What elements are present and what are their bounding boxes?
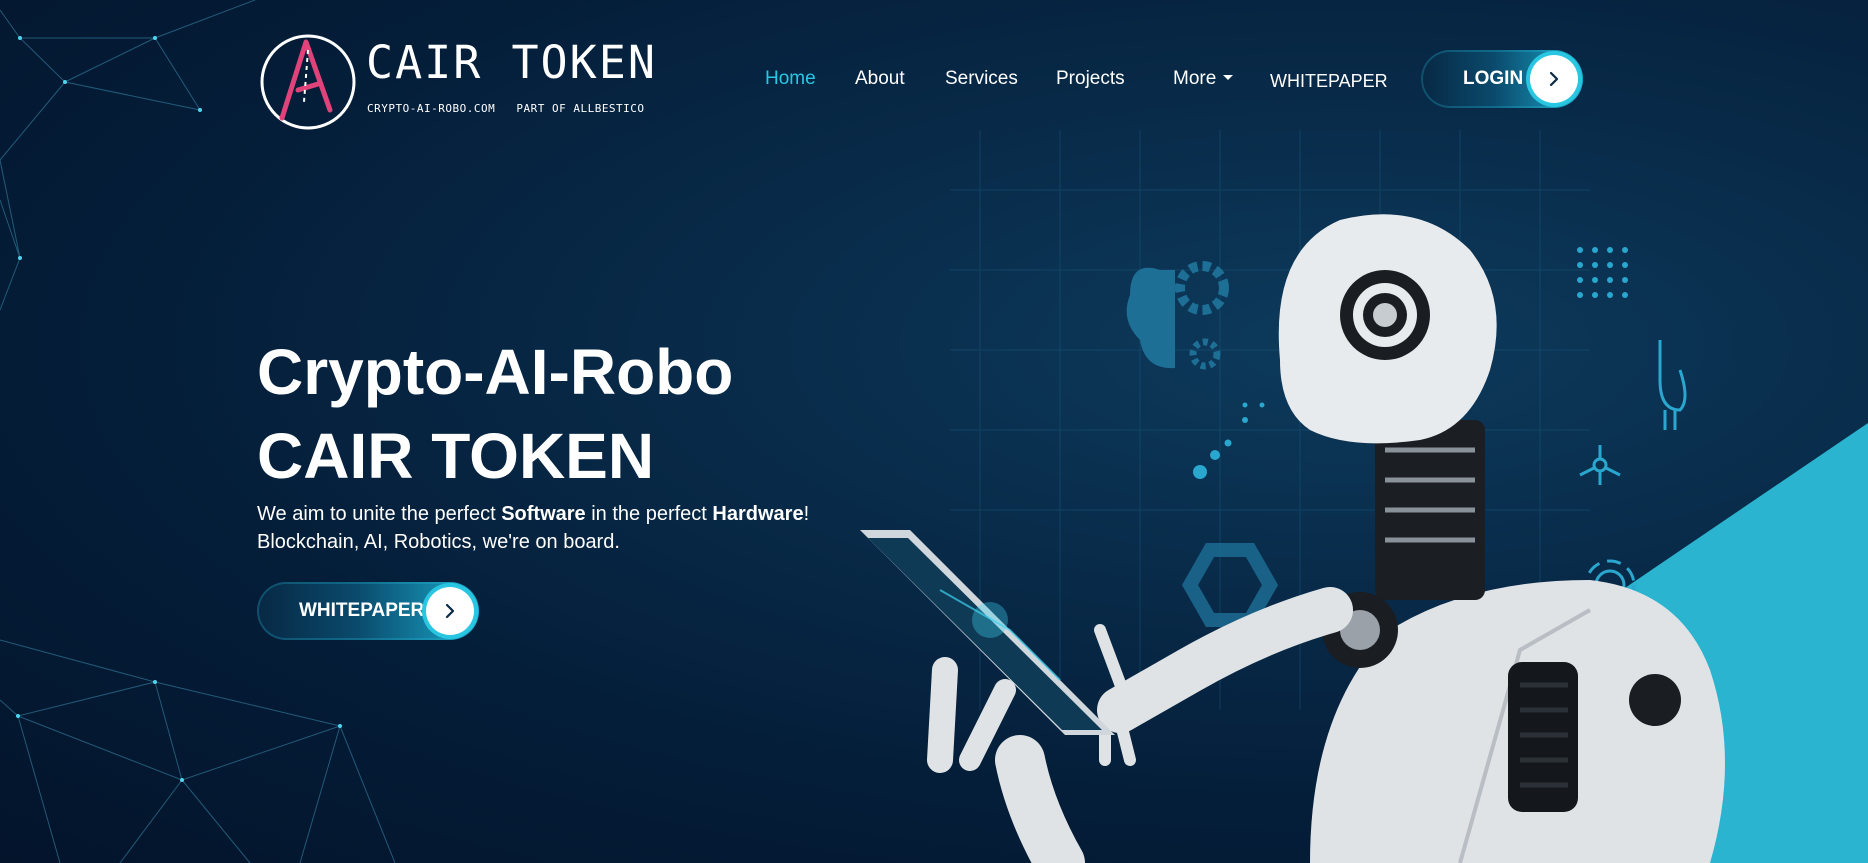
login-label: LOGIN — [1463, 68, 1524, 89]
tablet-device — [860, 530, 1115, 773]
nav-about[interactable]: About — [855, 68, 905, 90]
nav-services[interactable]: Services — [945, 68, 1018, 90]
whitepaper-button[interactable]: WHITEPAPER — [257, 582, 479, 640]
tagline-end: ! — [803, 503, 810, 525]
robot-body — [995, 214, 1725, 863]
nav-projects[interactable]: Projects — [1056, 68, 1125, 90]
hero-title-line2: CAIR TOKEN — [257, 420, 655, 492]
logo-subtitle: CRYPTO-AI-ROBO.COM PART OF ALLBESTICO — [367, 102, 659, 115]
login-button[interactable]: LOGIN — [1421, 50, 1583, 108]
tagline-hardware: Hardware — [712, 503, 804, 525]
caret-down-icon — [1223, 75, 1234, 80]
robot-illustration — [860, 130, 1725, 863]
tagline-software: Software — [501, 503, 586, 525]
chevron-right-icon — [426, 587, 474, 635]
hero-title: Crypto-AI-Robo CAIR TOKEN — [257, 330, 733, 498]
nav-more-dropdown[interactable]: More — [1173, 68, 1234, 90]
hero-title-line1: Crypto-AI-Robo — [257, 336, 734, 408]
chevron-right-icon — [1530, 55, 1578, 103]
nav-home[interactable]: Home — [765, 68, 816, 90]
tagline-mid: in the perfect — [585, 503, 713, 525]
whitepaper-button-label: WHITEPAPER — [299, 600, 425, 621]
nav-whitepaper[interactable]: WHITEPAPER — [1270, 71, 1388, 92]
brain-gear-icon — [1126, 261, 1229, 370]
logo-title: CAIR TOKEN — [366, 36, 657, 89]
logo-sub-domain: CRYPTO-AI-ROBO.COM — [367, 102, 496, 115]
logo-sub-parent: PART OF ALLBESTICO — [516, 102, 645, 115]
hero-tagline: We aim to unite the perfect Software in … — [257, 500, 809, 556]
logo-mark-icon — [260, 34, 356, 130]
tagline-line2: Blockchain, AI, Robotics, we're on board… — [257, 531, 620, 553]
nav-more-label: More — [1173, 68, 1217, 89]
tagline-pre: We aim to unite the perfect — [257, 503, 502, 525]
